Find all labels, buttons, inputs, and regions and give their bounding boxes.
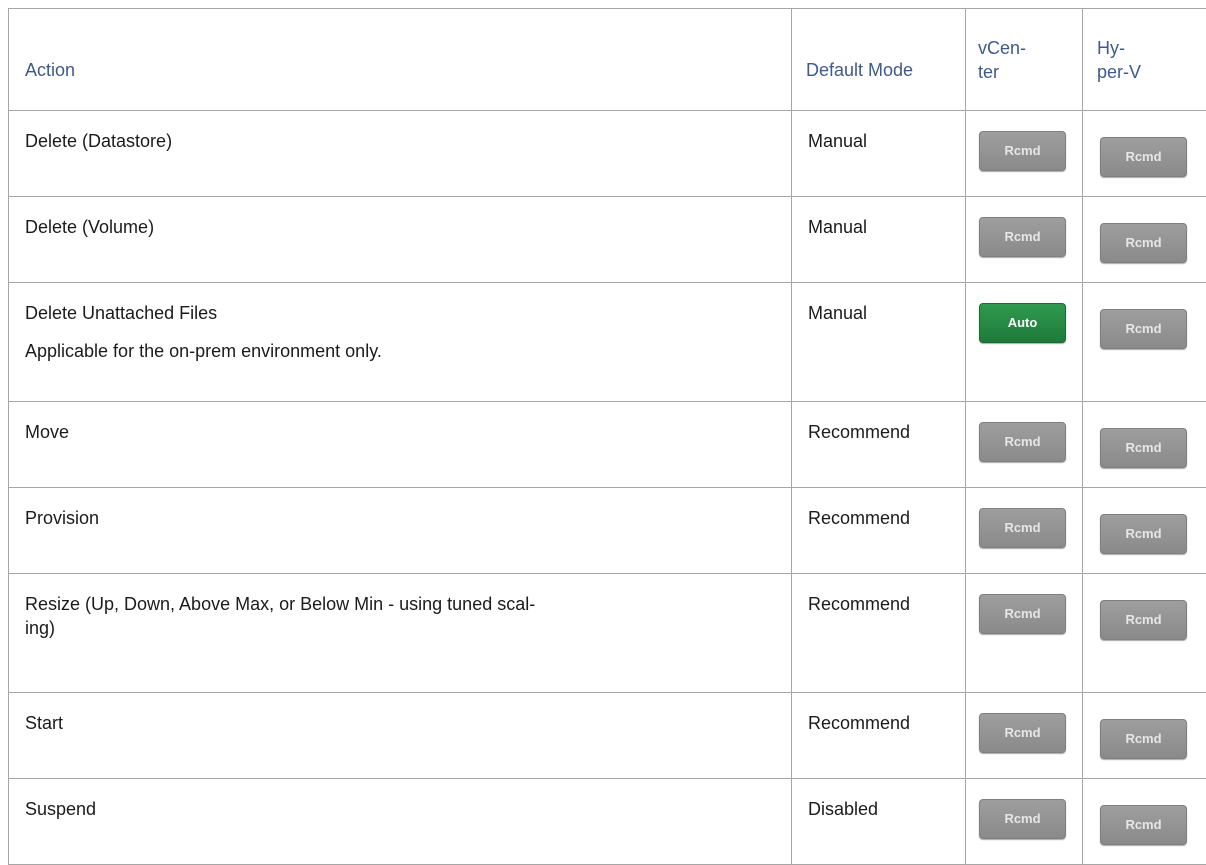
vcenter-mode-button[interactable]: Rcmd [979,422,1066,462]
header-vcenter-text: vCen- ter [978,38,1026,82]
vcenter-cell: Rcmd [966,488,1083,574]
table-row: Delete (Volume) Manual Rcmd Rcmd [9,197,1206,283]
table-row: Suspend Disabled Rcmd Rcmd [9,779,1206,865]
vcenter-mode-button[interactable]: Rcmd [979,508,1066,548]
vcenter-cell: Rcmd [966,111,1083,197]
action-modes-table: Action Default Mode vCen- ter Hy- per-V … [8,8,1206,865]
hyperv-cell: Rcmd [1083,488,1206,574]
header-action: Action [9,9,792,111]
default-mode-cell: Manual [792,111,966,197]
default-mode-cell: Manual [792,283,966,402]
hyperv-mode-button[interactable]: Rcmd [1100,805,1187,845]
hyperv-mode-button[interactable]: Rcmd [1100,600,1187,640]
hyperv-mode-button[interactable]: Rcmd [1100,428,1187,468]
header-row: Action Default Mode vCen- ter Hy- per-V [9,9,1206,111]
action-name: Start [25,711,775,735]
action-name: Move [25,420,775,444]
hyperv-cell: Rcmd [1083,574,1206,693]
action-name: Delete (Volume) [25,215,775,239]
vcenter-cell: Auto [966,283,1083,402]
header-hyperv-text: Hy- per-V [1097,38,1141,82]
vcenter-mode-button[interactable]: Rcmd [979,799,1066,839]
table-row: Move Recommend Rcmd Rcmd [9,402,1206,488]
vcenter-mode-button[interactable]: Rcmd [979,594,1066,634]
default-mode-cell: Recommend [792,402,966,488]
hyperv-cell: Rcmd [1083,779,1206,865]
default-mode-cell: Manual [792,197,966,283]
action-cell: Move [9,402,792,488]
hyperv-cell: Rcmd [1083,402,1206,488]
vcenter-cell: Rcmd [966,779,1083,865]
hyperv-mode-button[interactable]: Rcmd [1100,137,1187,177]
vcenter-cell: Rcmd [966,197,1083,283]
action-name: Delete Unattached Files [25,301,775,325]
table-row: Provision Recommend Rcmd Rcmd [9,488,1206,574]
hyperv-cell: Rcmd [1083,693,1206,779]
action-note: Applicable for the on-prem environment o… [25,339,775,363]
header-vcenter: vCen- ter [966,9,1083,111]
default-mode-cell: Disabled [792,779,966,865]
default-mode-cell: Recommend [792,693,966,779]
action-name: Suspend [25,797,775,821]
vcenter-mode-button[interactable]: Rcmd [979,217,1066,257]
action-cell: Delete (Datastore) [9,111,792,197]
action-name: Provision [25,506,775,530]
action-cell: Resize (Up, Down, Above Max, or Below Mi… [9,574,792,693]
action-cell: Suspend [9,779,792,865]
hyperv-mode-button[interactable]: Rcmd [1100,514,1187,554]
action-cell: Start [9,693,792,779]
table-row: Resize (Up, Down, Above Max, or Below Mi… [9,574,1206,693]
hyperv-mode-button[interactable]: Rcmd [1100,309,1187,349]
hyperv-mode-button[interactable]: Rcmd [1100,719,1187,759]
table-row: Start Recommend Rcmd Rcmd [9,693,1206,779]
header-hyperv: Hy- per-V [1083,9,1206,111]
vcenter-mode-button[interactable]: Rcmd [979,713,1066,753]
hyperv-cell: Rcmd [1083,197,1206,283]
header-default-mode: Default Mode [792,9,966,111]
table-row: Delete Unattached Files Applicable for t… [9,283,1206,402]
vcenter-mode-button[interactable]: Auto [979,303,1066,343]
default-mode-cell: Recommend [792,574,966,693]
action-cell: Delete Unattached Files Applicable for t… [9,283,792,402]
hyperv-cell: Rcmd [1083,111,1206,197]
hyperv-mode-button[interactable]: Rcmd [1100,223,1187,263]
default-mode-cell: Recommend [792,488,966,574]
hyperv-cell: Rcmd [1083,283,1206,402]
action-name: Resize (Up, Down, Above Max, or Below Mi… [25,592,775,640]
action-cell: Delete (Volume) [9,197,792,283]
vcenter-cell: Rcmd [966,402,1083,488]
vcenter-cell: Rcmd [966,693,1083,779]
vcenter-cell: Rcmd [966,574,1083,693]
table-row: Delete (Datastore) Manual Rcmd Rcmd [9,111,1206,197]
vcenter-mode-button[interactable]: Rcmd [979,131,1066,171]
action-cell: Provision [9,488,792,574]
action-name: Delete (Datastore) [25,129,775,153]
